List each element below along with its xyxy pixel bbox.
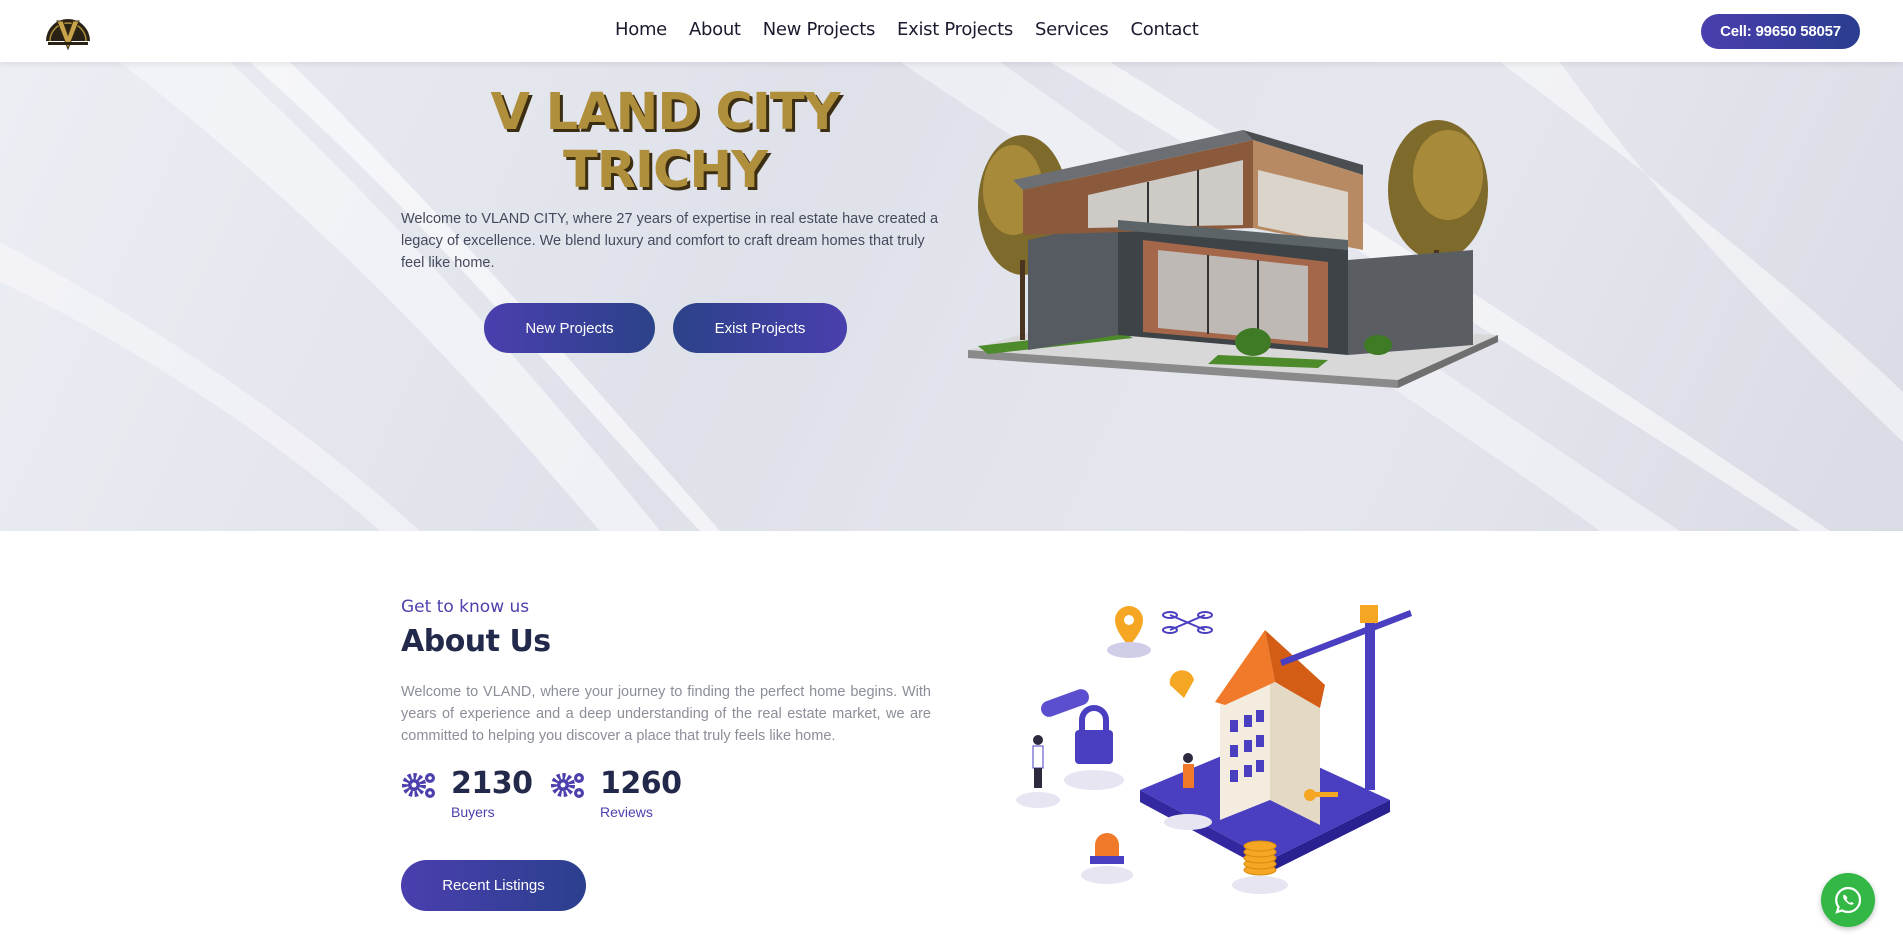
about-title: About Us [401, 624, 551, 659]
cell-phone-button[interactable]: Cell: 99650 58057 [1701, 14, 1860, 49]
vland-logo[interactable] [44, 11, 92, 51]
hero-title: V LAND CITY TRICHY [400, 84, 930, 200]
new-projects-button[interactable]: New Projects [484, 303, 655, 353]
hero-description: Welcome to VLAND CITY, where 27 years of… [401, 211, 939, 271]
main-menu: Home About New Projects Exist Projects S… [615, 19, 1220, 40]
isometric-real-estate-illustration [1016, 605, 1412, 894]
whatsapp-icon [1835, 886, 1862, 914]
hero-title-line2: TRICHY [562, 141, 768, 200]
whatsapp-button[interactable] [1821, 873, 1875, 927]
stat-buyers-value: 2130 [451, 766, 533, 801]
nav-new-projects[interactable]: New Projects [763, 19, 876, 40]
stat-buyers: 2130 Buyers [401, 766, 533, 824]
modern-house-image [968, 120, 1498, 388]
gears-icon [551, 773, 584, 798]
nav-about[interactable]: About [689, 19, 741, 40]
hero-section: V LAND CITY TRICHY Welcome to VLAND CITY… [0, 62, 1903, 531]
stat-reviews-label: Reviews [600, 804, 653, 820]
hero-title-line1: V LAND CITY [490, 83, 840, 142]
stat-reviews-value: 1260 [600, 766, 682, 801]
exist-projects-button[interactable]: Exist Projects [673, 303, 847, 353]
recent-listings-button[interactable]: Recent Listings [401, 860, 586, 911]
nav-services[interactable]: Services [1035, 19, 1109, 40]
stat-reviews: 1260 Reviews [550, 766, 682, 824]
nav-contact[interactable]: Contact [1131, 19, 1199, 40]
hero-background-swooshes [0, 62, 1903, 531]
about-subtitle: Get to know us [401, 597, 530, 617]
nav-exist-projects[interactable]: Exist Projects [897, 19, 1013, 40]
about-description: Welcome to VLAND, where your journey to … [401, 684, 931, 744]
nav-home[interactable]: Home [615, 19, 667, 40]
gears-icon [402, 773, 435, 798]
navbar: Home About New Projects Exist Projects S… [0, 0, 1903, 62]
stat-buyers-label: Buyers [451, 804, 495, 820]
